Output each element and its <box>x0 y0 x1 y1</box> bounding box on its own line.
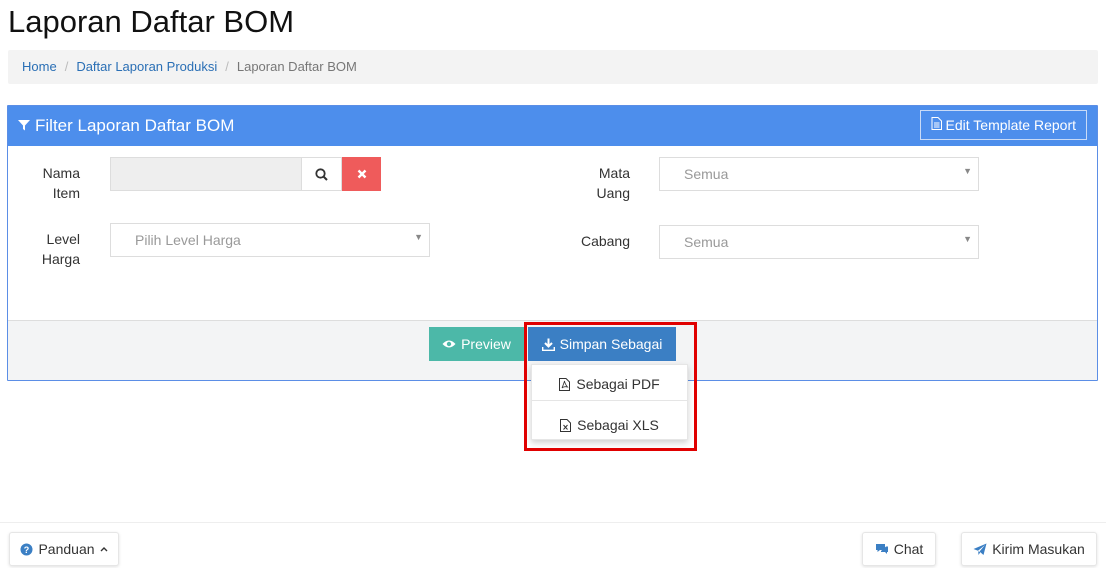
highlight-box <box>524 322 697 451</box>
filter-icon <box>18 116 30 136</box>
breadcrumb-home[interactable]: Home <box>22 59 57 74</box>
filter-panel-header: Filter Laporan Daftar BOM Edit Template … <box>8 106 1097 146</box>
file-text-icon <box>931 117 942 133</box>
guide-button[interactable]: ? Panduan <box>9 532 119 566</box>
search-button[interactable] <box>301 157 342 191</box>
feedback-label: Kirim Masukan <box>992 541 1085 557</box>
close-icon <box>357 169 366 179</box>
chevron-down-icon: ▼ <box>963 234 972 244</box>
chat-icon <box>875 544 888 554</box>
level-harga-label: Level Harga <box>41 231 80 267</box>
edit-template-label: Edit Template Report <box>945 117 1076 133</box>
guide-label: Panduan <box>38 541 95 557</box>
chevron-up-icon <box>100 547 108 552</box>
filter-title-text: Filter Laporan Daftar BOM <box>35 116 235 135</box>
cabang-select[interactable]: Semua ▼ <box>659 225 979 259</box>
search-icon <box>315 167 328 181</box>
level-harga-placeholder: Pilih Level Harga <box>135 232 241 248</box>
chevron-down-icon: ▼ <box>414 232 423 242</box>
chevron-down-icon: ▼ <box>963 166 972 176</box>
nama-item-label: Nama Item <box>42 165 80 201</box>
level-harga-select[interactable]: Pilih Level Harga ▼ <box>110 223 430 257</box>
question-circle-icon: ? <box>20 543 33 555</box>
chat-button[interactable]: Chat <box>862 532 936 566</box>
filter-title: Filter Laporan Daftar BOM <box>18 116 234 136</box>
breadcrumb-parent[interactable]: Daftar Laporan Produksi <box>76 59 217 74</box>
svg-text:?: ? <box>24 545 30 555</box>
clear-button[interactable] <box>342 157 381 191</box>
mata-uang-value: Semua <box>684 166 729 182</box>
edit-template-button[interactable]: Edit Template Report <box>919 110 1087 140</box>
breadcrumb-separator: / <box>64 59 69 74</box>
mata-uang-select[interactable]: Semua ▼ <box>659 157 979 191</box>
chat-label: Chat <box>893 541 924 557</box>
nama-item-input[interactable] <box>110 157 302 191</box>
preview-button[interactable]: Preview <box>429 327 524 361</box>
eye-icon <box>442 340 456 348</box>
breadcrumb: Home / Daftar Laporan Produksi / Laporan Daf… <box>8 50 1098 84</box>
cabang-label: Cabang <box>580 233 630 249</box>
paper-plane-icon <box>973 543 987 555</box>
breadcrumb-separator: / <box>225 59 229 74</box>
bottom-bar: ? Panduan Chat Kirim Masukan <box>0 522 1106 568</box>
preview-label: Preview <box>461 336 511 352</box>
page-title: Laporan Daftar BOM <box>8 4 295 39</box>
feedback-button[interactable]: Kirim Masukan <box>961 532 1097 566</box>
cabang-value: Semua <box>684 234 729 250</box>
breadcrumb-current: Laporan Daftar BOM <box>236 59 357 74</box>
mata-uang-label: Mata Uang <box>596 165 630 201</box>
